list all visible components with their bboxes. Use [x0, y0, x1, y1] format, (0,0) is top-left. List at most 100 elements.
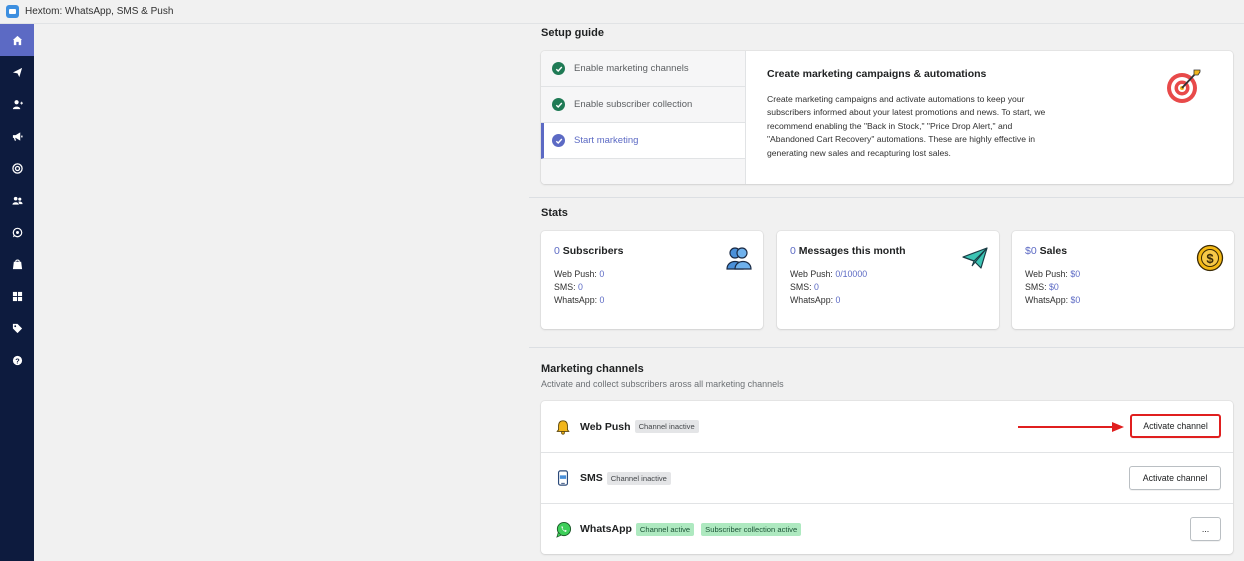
- stat-heading: 0 Messages this month: [790, 245, 986, 257]
- activate-web-push-button[interactable]: Activate channel: [1130, 414, 1221, 438]
- channel-name: Web Push: [580, 420, 631, 433]
- check-circle-icon: [552, 134, 565, 147]
- stat-val: 0: [599, 295, 605, 305]
- stat-val: 0: [577, 282, 583, 292]
- stat-key: Web Push:: [1025, 269, 1071, 279]
- stat-key: WhatsApp:: [1025, 295, 1071, 305]
- step-label: Enable marketing channels: [574, 63, 689, 74]
- apps-icon: [12, 291, 22, 301]
- nav-pricing[interactable]: [0, 312, 34, 344]
- stat-key: SMS:: [554, 282, 578, 292]
- setup-guide-card: Enable marketing channels Enable subscri…: [541, 51, 1233, 184]
- guide-title: Create marketing campaigns & automations: [767, 68, 987, 80]
- whatsapp-more-button[interactable]: ...: [1190, 517, 1221, 541]
- steps-filler: [541, 159, 745, 184]
- status-badge: Channel active: [635, 522, 695, 536]
- stats-title: Stats: [541, 207, 568, 219]
- stat-key: WhatsApp:: [554, 295, 600, 305]
- stat-val: $0: [1070, 295, 1081, 305]
- check-circle-icon: [552, 98, 565, 111]
- stat-val: $0: [1070, 269, 1081, 279]
- activate-sms-button[interactable]: Activate channel: [1129, 466, 1221, 490]
- subscribers-icon: [726, 247, 752, 270]
- setup-steps: Enable marketing channels Enable subscri…: [541, 51, 746, 184]
- stat-card-sales: $0 Sales Web Push: $0 SMS: $0 WhatsApp: …: [1012, 231, 1234, 329]
- stat-card-messages: 0 Messages this month Web Push: 0/10000 …: [777, 231, 999, 329]
- status-badge: Subscriber collection active: [701, 522, 802, 536]
- nav-audience[interactable]: [0, 184, 34, 216]
- target-icon: [11, 162, 23, 174]
- guide-content: Create marketing campaigns & automations…: [767, 68, 1057, 160]
- help-icon: ?: [12, 355, 22, 365]
- users-icon: [11, 196, 23, 205]
- nav-subscribers[interactable]: [0, 88, 34, 120]
- store-icon: [12, 258, 22, 269]
- check-circle-icon: [552, 62, 565, 75]
- send-icon: [12, 67, 22, 77]
- step-label: Enable subscriber collection: [574, 99, 693, 110]
- stat-key: Web Push:: [790, 269, 836, 279]
- whatsapp-icon: [554, 520, 572, 538]
- sidebar: ?: [0, 24, 34, 561]
- nav-campaigns[interactable]: [0, 56, 34, 88]
- nav-store[interactable]: [0, 248, 34, 280]
- stat-val: $0: [1048, 282, 1059, 292]
- divider: [529, 197, 1244, 198]
- channel-row-whatsapp: WhatsApp Channel active Subscriber colle…: [541, 503, 1233, 554]
- nav-home[interactable]: [0, 24, 34, 56]
- divider: [529, 347, 1244, 348]
- step-start-marketing[interactable]: Start marketing: [541, 123, 745, 159]
- svg-text:?: ?: [15, 356, 20, 365]
- stat-label: Subscribers: [559, 245, 624, 257]
- nav-help[interactable]: ?: [0, 344, 34, 376]
- status-badge: Channel inactive: [606, 471, 671, 485]
- step-enable-channels[interactable]: Enable marketing channels: [541, 51, 745, 87]
- marketing-channels-subtitle: Activate and collect subscribers aross a…: [541, 379, 784, 389]
- stat-line: SMS: 0: [554, 281, 750, 294]
- stat-val: 0/10000: [835, 269, 868, 279]
- stat-line: Web Push: 0/10000: [790, 268, 986, 281]
- stat-line: SMS: $0: [1025, 281, 1221, 294]
- marketing-channels-title: Marketing channels: [541, 363, 644, 375]
- channel-name: WhatsApp: [580, 523, 632, 535]
- app-logo-icon: [6, 5, 19, 18]
- svg-text:$: $: [1206, 251, 1214, 266]
- stat-line: SMS: 0: [790, 281, 986, 294]
- stat-key: Web Push:: [554, 269, 600, 279]
- paper-plane-icon: [962, 247, 988, 269]
- setup-guide-title: Setup guide: [541, 27, 604, 39]
- stat-val: 0: [813, 282, 819, 292]
- phone-sms-icon: [554, 469, 572, 487]
- home-icon: [12, 35, 22, 45]
- title-bar: Hextom: WhatsApp, SMS & Push: [0, 0, 1244, 24]
- stat-line: WhatsApp: 0: [554, 294, 750, 307]
- stat-line: WhatsApp: $0: [1025, 294, 1221, 307]
- status-badge: Channel inactive: [634, 420, 699, 433]
- step-enable-collection[interactable]: Enable subscriber collection: [541, 87, 745, 123]
- stat-heading: $0 Sales: [1025, 245, 1221, 257]
- target-arrow-icon: [1167, 69, 1201, 103]
- stat-heading: 0 Subscribers: [554, 245, 750, 257]
- nav-whatsapp[interactable]: [0, 216, 34, 248]
- stat-key: SMS:: [1025, 282, 1049, 292]
- stat-key: WhatsApp:: [790, 295, 836, 305]
- stat-line: Web Push: 0: [554, 268, 750, 281]
- whatsapp-icon: [12, 227, 22, 237]
- nav-announcements[interactable]: [0, 120, 34, 152]
- stat-label: Messages this month: [795, 245, 906, 257]
- stat-val: 0: [599, 269, 605, 279]
- nav-apps[interactable]: [0, 280, 34, 312]
- stat-val: 0: [835, 295, 841, 305]
- bell-icon: [554, 418, 572, 436]
- guide-description: Create marketing campaigns and activate …: [767, 94, 1046, 158]
- stat-label: Sales: [1036, 245, 1068, 257]
- stat-card-subscribers: 0 Subscribers Web Push: 0 SMS: 0 WhatsAp…: [541, 231, 763, 329]
- app-title: Hextom: WhatsApp, SMS & Push: [25, 6, 174, 17]
- nav-automations[interactable]: [0, 152, 34, 184]
- channel-name: SMS: [580, 472, 603, 484]
- step-label: Start marketing: [574, 135, 639, 146]
- add-user-icon: [12, 99, 23, 109]
- dollar-coin-icon: $: [1196, 244, 1224, 272]
- stat-key: SMS:: [790, 282, 814, 292]
- stat-line: Web Push: $0: [1025, 268, 1221, 281]
